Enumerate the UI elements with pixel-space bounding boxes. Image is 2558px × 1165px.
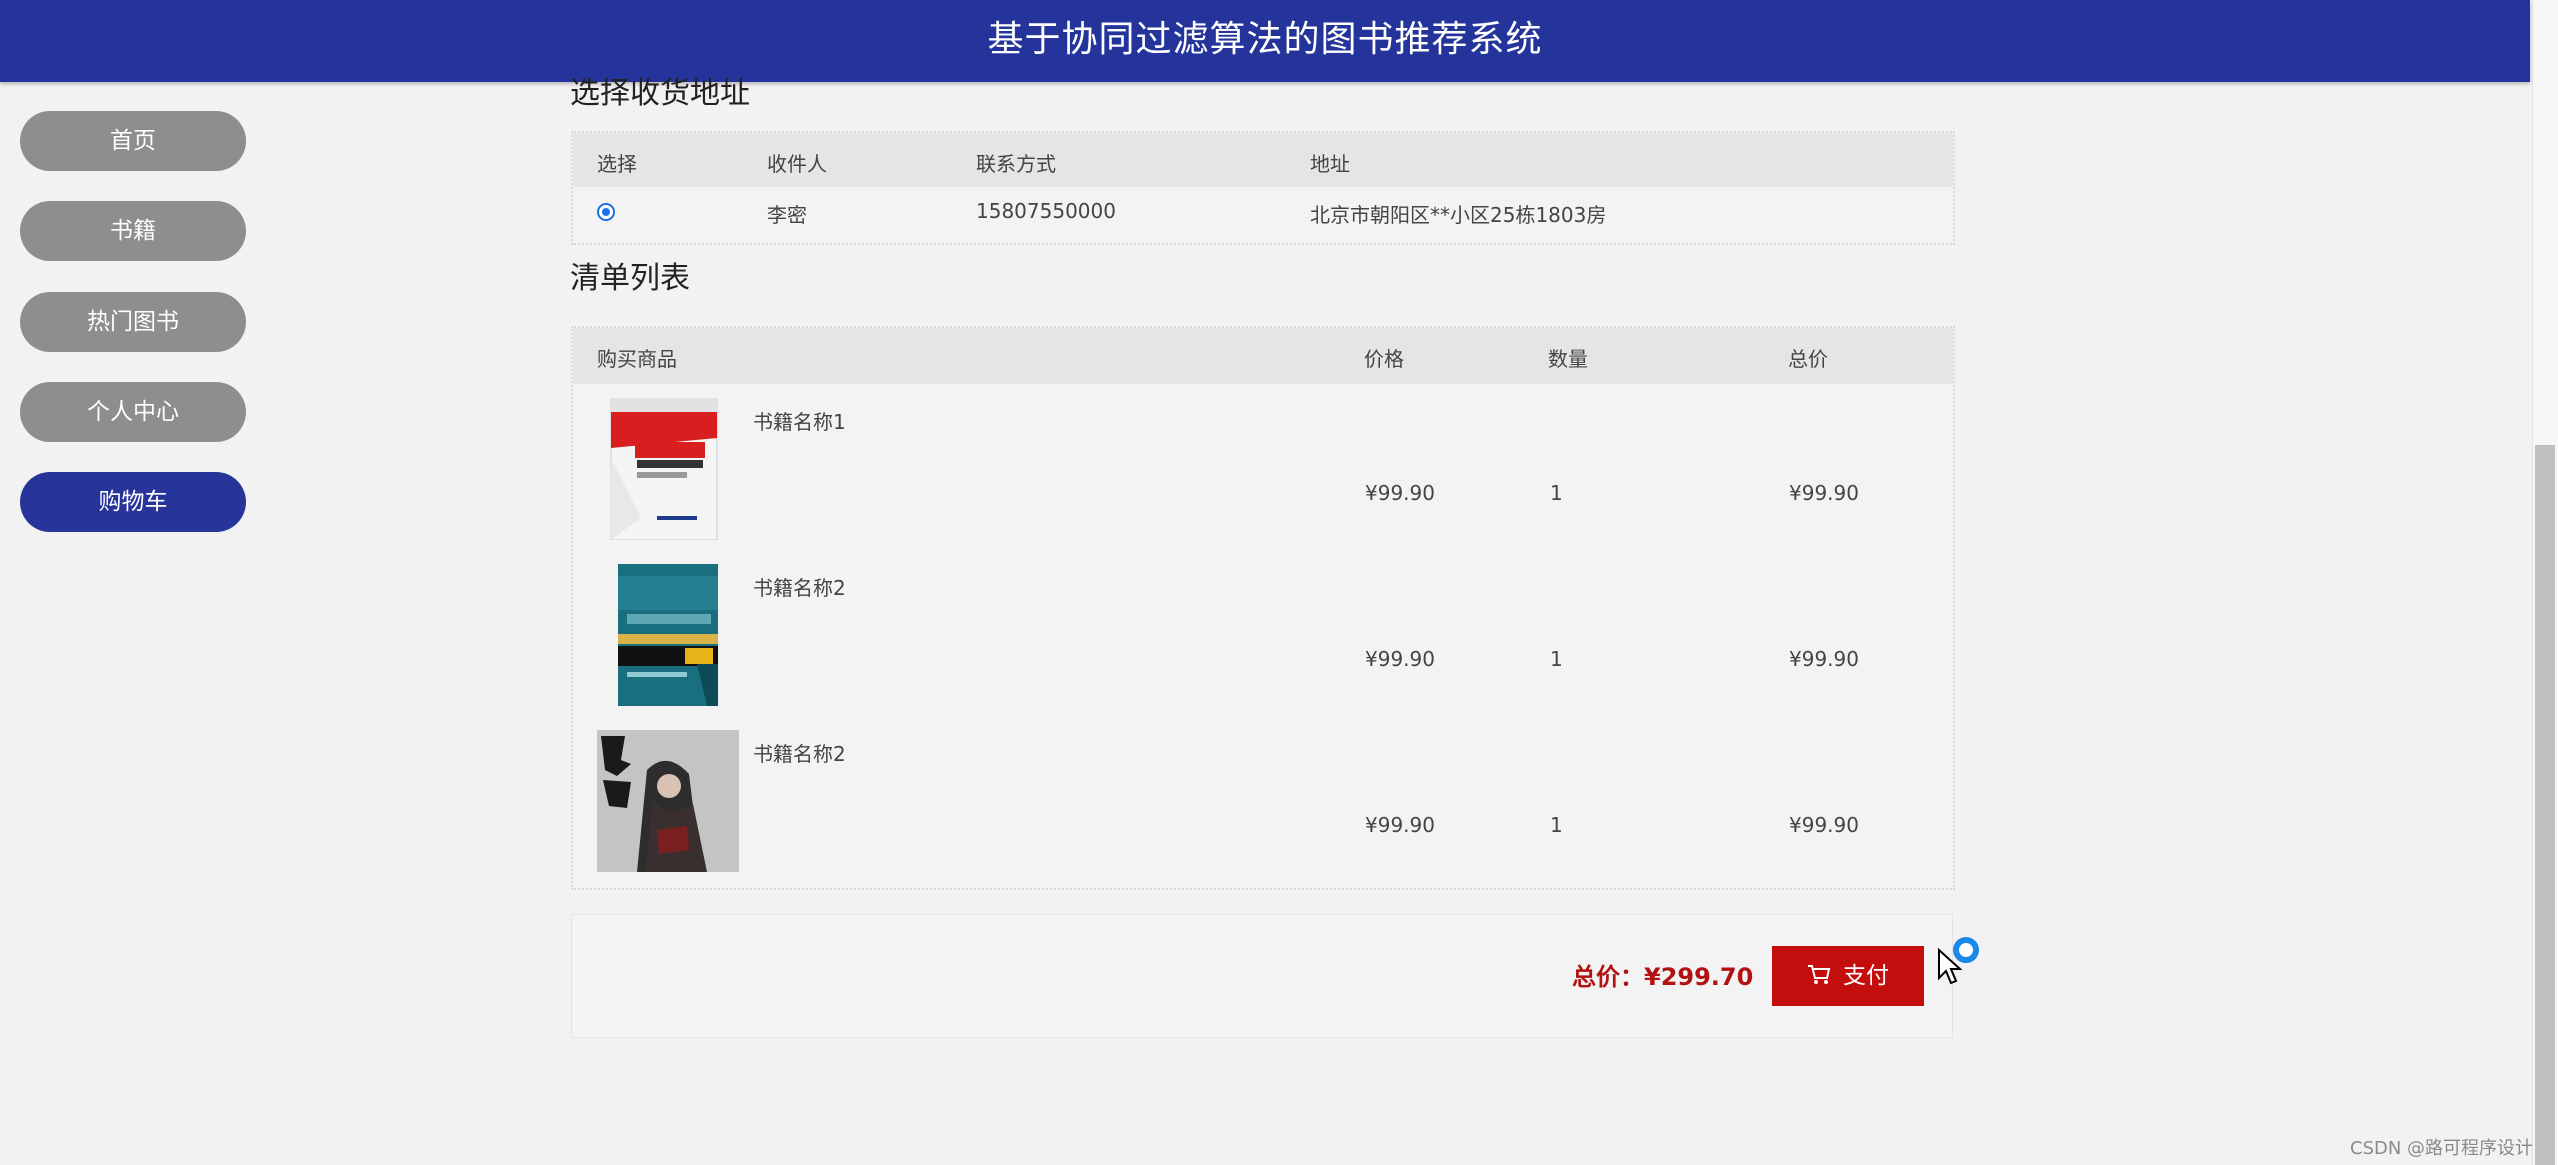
product-quantity: 1 <box>1550 813 1563 837</box>
order-list-table: 购买商品 价格 数量 总价 书籍名称1 ¥99.90 1 ¥99.90 书籍名称… <box>571 326 1955 890</box>
site-title: 基于协同过滤算法的图书推荐系统 <box>987 19 1543 60</box>
product-quantity: 1 <box>1550 647 1563 671</box>
book-cover-jianlai-icon[interactable] <box>597 730 739 872</box>
product-total: ¥99.90 <box>1789 813 1859 837</box>
col-recipient: 收件人 <box>767 152 827 176</box>
checkout-summary: 总价：¥299.70 支付 <box>571 914 1953 1038</box>
book-cover-exam-icon[interactable] <box>597 398 739 540</box>
col-price: 价格 <box>1364 347 1404 371</box>
recipient-phone: 15807550000 <box>976 199 1116 223</box>
sidebar-item-cart[interactable]: 购物车 <box>20 472 246 532</box>
scrollbar-thumb[interactable] <box>2535 445 2555 1165</box>
product-quantity: 1 <box>1550 481 1563 505</box>
col-contact: 联系方式 <box>976 152 1056 176</box>
list-section-title: 清单列表 <box>570 261 690 296</box>
pay-button-label: 支付 <box>1843 963 1889 989</box>
recipient-address: 北京市朝阳区**小区25栋1803房 <box>1310 203 1607 227</box>
pay-button[interactable]: 支付 <box>1772 946 1924 1006</box>
grand-total: 总价：¥299.70 <box>1572 963 1754 991</box>
watermark: CSDN @路可程序设计 <box>2350 1138 2534 1159</box>
sidebar-item-personal-center[interactable]: 个人中心 <box>20 382 246 442</box>
address-section-title: 选择收货地址 <box>570 76 750 111</box>
cart-icon <box>1808 964 1831 984</box>
col-address: 地址 <box>1310 152 1350 176</box>
product-total: ¥99.90 <box>1789 481 1859 505</box>
product-price: ¥99.90 <box>1365 647 1435 671</box>
product-name[interactable]: 书籍名称2 <box>753 572 846 601</box>
address-table-header: 选择 收件人 联系方式 地址 <box>573 133 1953 187</box>
address-table: 选择 收件人 联系方式 地址 李密 15807550000 北京市朝阳区**小区… <box>571 131 1955 245</box>
sidebar-item-home[interactable]: 首页 <box>20 111 246 171</box>
address-radio[interactable] <box>597 203 615 221</box>
product-name[interactable]: 书籍名称1 <box>753 406 846 435</box>
col-quantity: 数量 <box>1548 347 1588 371</box>
product-name[interactable]: 书籍名称2 <box>753 738 846 767</box>
product-price: ¥99.90 <box>1365 481 1435 505</box>
col-select: 选择 <box>597 152 637 176</box>
order-row: 书籍名称2 ¥99.90 1 ¥99.90 <box>573 722 1953 888</box>
product-total: ¥99.90 <box>1789 647 1859 671</box>
col-product: 购买商品 <box>597 347 677 371</box>
order-row: 书籍名称2 ¥99.90 1 ¥99.90 <box>573 556 1953 722</box>
book-cover-2020-icon[interactable] <box>597 564 739 706</box>
order-row: 书籍名称1 ¥99.90 1 ¥99.90 <box>573 390 1953 556</box>
sidebar-item-popular-books[interactable]: 热门图书 <box>20 292 246 352</box>
recipient-name: 李密 <box>767 203 807 227</box>
col-total: 总价 <box>1788 347 1828 371</box>
product-price: ¥99.90 <box>1365 813 1435 837</box>
order-list-header: 购买商品 价格 数量 总价 <box>573 328 1953 384</box>
loading-spinner-icon <box>1953 937 1979 963</box>
top-header-bar: 基于协同过滤算法的图书推荐系统 <box>0 0 2530 82</box>
sidebar-item-books[interactable]: 书籍 <box>20 201 246 261</box>
